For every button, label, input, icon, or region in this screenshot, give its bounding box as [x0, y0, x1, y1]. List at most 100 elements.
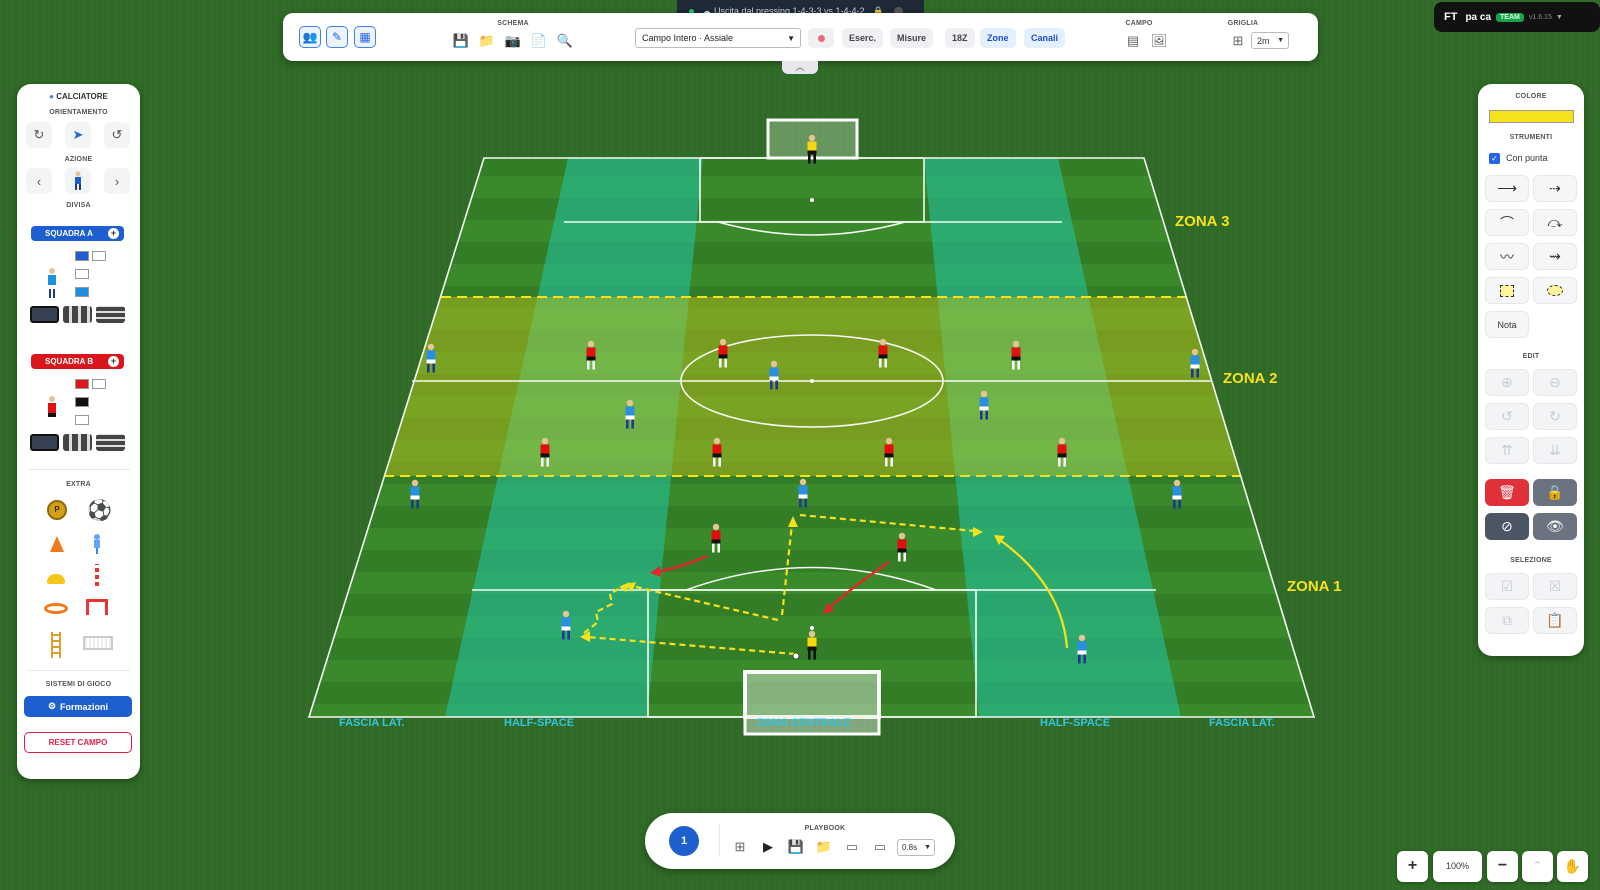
rectangle-tool[interactable]: [1485, 277, 1529, 304]
pattern-stripes-b[interactable]: [63, 434, 92, 451]
color-picker[interactable]: [1489, 110, 1574, 123]
fit-view-button[interactable]: ⌃: [1522, 851, 1553, 882]
chevron-down-icon[interactable]: ▼: [1556, 14, 1563, 21]
dashed-arrow-tool[interactable]: ⇢: [1533, 175, 1577, 202]
ladder-icon[interactable]: [51, 632, 61, 658]
bring-front-icon[interactable]: ⇈: [1485, 437, 1529, 464]
paste-icon[interactable]: 📋: [1533, 607, 1577, 634]
delete-icon[interactable]: 🗑: [1485, 479, 1529, 506]
zoom-out-icon[interactable]: ⊖: [1533, 369, 1577, 396]
marker-disc-icon[interactable]: [47, 574, 65, 584]
pole-icon[interactable]: [95, 564, 99, 586]
field-mode-button[interactable]: ▦: [354, 26, 376, 48]
arrowhead-checkbox[interactable]: ✓: [1489, 153, 1500, 164]
deselect-icon[interactable]: ☒: [1533, 573, 1577, 600]
pattern-stripes-a[interactable]: [63, 306, 92, 323]
rotate-right-icon[interactable]: ↻: [26, 122, 52, 148]
field-type-select[interactable]: Campo Intero · Assiale ▼: [635, 28, 801, 48]
zones-18-button[interactable]: 18Z: [945, 28, 975, 48]
export-video-icon[interactable]: ▭: [870, 837, 890, 857]
exercise-button[interactable]: Eserc.: [842, 28, 884, 48]
select-all-icon[interactable]: ☑: [1485, 573, 1529, 600]
team-b-player[interactable]: [586, 340, 596, 370]
zoom-in-icon[interactable]: ⊕: [1485, 369, 1529, 396]
team-b-player[interactable]: [540, 437, 550, 467]
hide-icon[interactable]: ⊘: [1485, 513, 1529, 540]
camera-icon[interactable]: 📷: [503, 31, 523, 51]
team-a-goalkeeper[interactable]: [807, 630, 817, 660]
zones-button[interactable]: Zone: [980, 28, 1016, 48]
prev-action-icon[interactable]: ‹: [26, 168, 52, 194]
team-b-player[interactable]: [878, 338, 888, 368]
team-a-player[interactable]: [1172, 479, 1182, 509]
coin-icon[interactable]: P: [47, 500, 67, 520]
layout-icon[interactable]: ▤: [1123, 31, 1143, 51]
measures-button[interactable]: Misure: [890, 28, 934, 48]
tools-mode-button[interactable]: ✎: [326, 26, 348, 48]
search-icon[interactable]: 🔍: [555, 31, 575, 51]
team-b-goalkeeper[interactable]: [807, 134, 817, 164]
pattern-hoops-a[interactable]: [96, 306, 125, 323]
mini-goal-icon[interactable]: [83, 636, 113, 650]
collapse-toolbar-button[interactable]: ︿: [782, 61, 818, 74]
ball[interactable]: [792, 652, 800, 660]
team-b-socks-swatch[interactable]: [75, 415, 89, 425]
team-b-shorts-swatch[interactable]: [75, 397, 89, 407]
team-a-socks-swatch[interactable]: [75, 287, 89, 297]
pattern-solid-b[interactable]: [30, 434, 59, 451]
zoom-out-button[interactable]: −: [1487, 851, 1518, 882]
team-a-shirt-swatch[interactable]: [75, 251, 89, 261]
zigzag-arrow-tool[interactable]: 〰: [1485, 243, 1529, 270]
redo-icon[interactable]: ↻: [1533, 403, 1577, 430]
curved-dashed-arrow-tool[interactable]: ⤼: [1533, 209, 1577, 236]
note-tool[interactable]: Nota: [1485, 311, 1529, 338]
folder-icon[interactable]: 📁: [477, 31, 497, 51]
team-b-shirt-swatch[interactable]: [75, 379, 89, 389]
copy-icon[interactable]: ⧉: [1485, 607, 1529, 634]
channels-button[interactable]: Canali: [1024, 28, 1066, 48]
add-player-b-icon[interactable]: +: [108, 356, 119, 367]
team-a-player[interactable]: [1077, 634, 1087, 664]
mannequin-icon[interactable]: [90, 534, 104, 554]
formations-button[interactable]: ⚙ Formazioni: [24, 696, 132, 717]
speed-select[interactable]: 0.8s ▼: [897, 839, 935, 856]
undo-icon[interactable]: ↺: [1485, 403, 1529, 430]
save-animation-icon[interactable]: 💾: [786, 837, 806, 857]
send-back-icon[interactable]: ⇊: [1533, 437, 1577, 464]
players-layer[interactable]: [0, 0, 1600, 890]
team-a-player[interactable]: [410, 479, 420, 509]
add-frame-icon[interactable]: ⊞: [730, 837, 750, 857]
user-name[interactable]: pa ca: [1465, 12, 1491, 23]
team-a-player[interactable]: [769, 360, 779, 390]
team-a-player[interactable]: [1190, 348, 1200, 378]
team-b-player[interactable]: [1011, 340, 1021, 370]
pan-hand-button[interactable]: ✋: [1557, 851, 1588, 882]
export-gif-icon[interactable]: ▭: [842, 837, 862, 857]
players-mode-button[interactable]: 👥: [299, 26, 321, 48]
solid-arrow-tool[interactable]: ⟶: [1485, 175, 1529, 202]
team-b-player[interactable]: [718, 338, 728, 368]
team-a-button[interactable]: SQUADRA A +: [31, 226, 124, 241]
team-a-player[interactable]: [625, 399, 635, 429]
team-b-shirt-alt-swatch[interactable]: [92, 379, 106, 389]
pattern-solid-a[interactable]: [30, 306, 59, 323]
rotate-left-icon[interactable]: ↺: [104, 122, 130, 148]
field-color-button[interactable]: [808, 28, 834, 48]
zoom-level[interactable]: 100%: [1433, 851, 1482, 882]
team-b-player[interactable]: [711, 523, 721, 553]
hoop-icon[interactable]: [44, 603, 68, 614]
curved-arrow-tool[interactable]: ⌒: [1485, 209, 1529, 236]
pattern-hoops-b[interactable]: [96, 434, 125, 451]
team-b-player[interactable]: [1057, 437, 1067, 467]
zoom-in-button[interactable]: +: [1397, 851, 1428, 882]
team-a-shirt-alt-swatch[interactable]: [92, 251, 106, 261]
ellipse-tool[interactable]: [1533, 277, 1577, 304]
grid-icon[interactable]: ⊞: [1228, 31, 1248, 51]
hurdle-icon[interactable]: [86, 599, 108, 615]
save-icon[interactable]: 💾: [451, 31, 471, 51]
lock-icon[interactable]: 🔒: [1533, 479, 1577, 506]
team-b-player[interactable]: [712, 437, 722, 467]
image-icon[interactable]: 🖼: [1149, 31, 1169, 51]
frame-number-button[interactable]: 1: [669, 826, 699, 856]
team-b-player[interactable]: [897, 532, 907, 562]
